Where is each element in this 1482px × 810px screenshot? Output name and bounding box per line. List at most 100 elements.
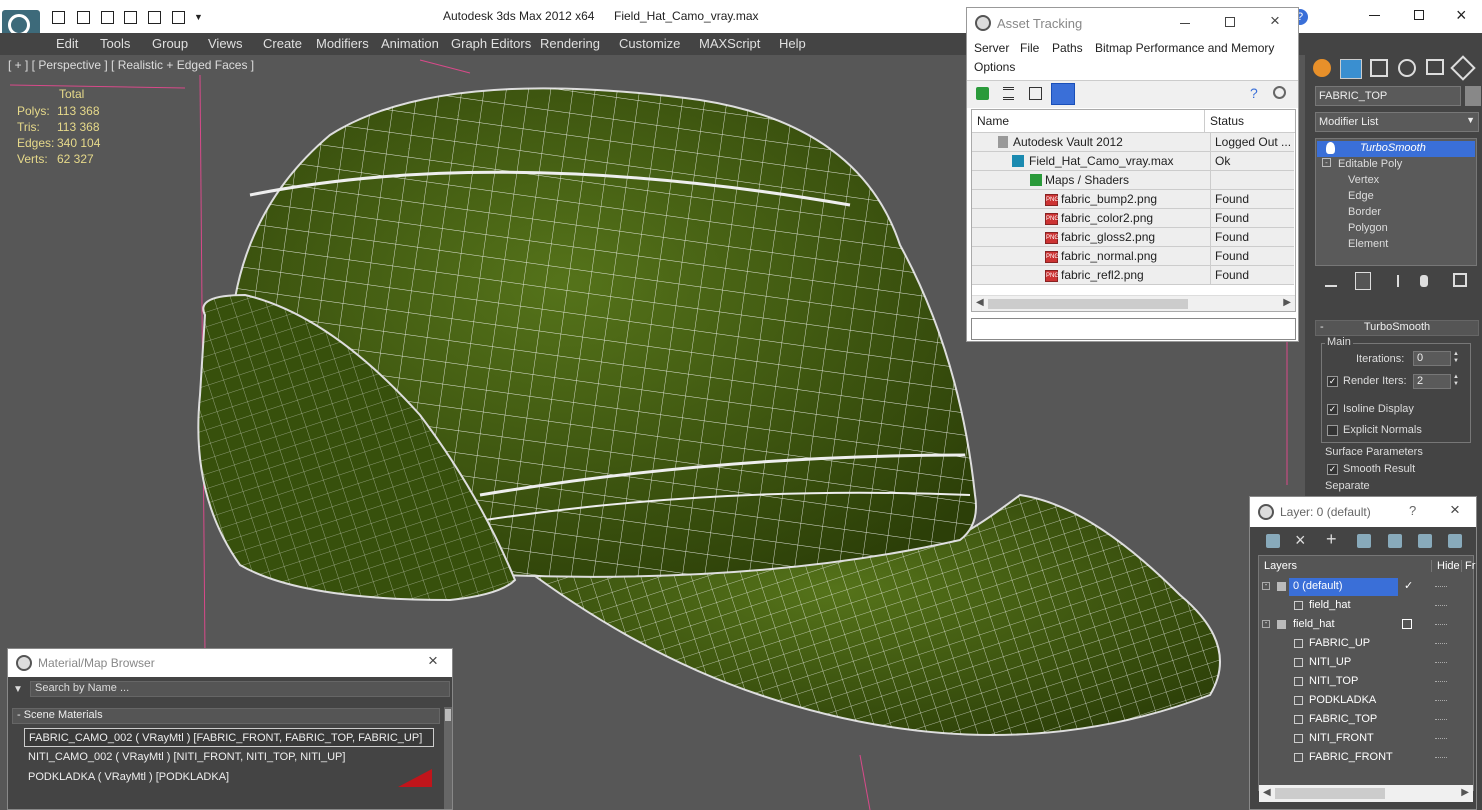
layers-hscrollbar[interactable]: ◀ ▶ xyxy=(1259,785,1473,802)
collapse-icon[interactable]: - xyxy=(1262,620,1270,628)
table-row[interactable]: PNG fabric_color2.png Found xyxy=(972,209,1294,228)
layers-hscroll-thumb[interactable] xyxy=(1275,788,1385,799)
maximize-icon[interactable] xyxy=(1414,10,1424,20)
scroll-left-icon[interactable]: ◀ xyxy=(976,297,984,308)
hide-toggle-icon[interactable] xyxy=(1435,700,1447,702)
menu-graph-editors[interactable]: Graph Editors xyxy=(451,36,531,51)
hscroll-thumb[interactable] xyxy=(988,299,1188,309)
explicit-normals-row[interactable]: Explicit Normals xyxy=(1327,424,1422,436)
table-row[interactable]: PNG fabric_gloss2.png Found xyxy=(972,228,1294,247)
layer-row[interactable]: PODKLADKA xyxy=(1259,691,1474,710)
render-iters-checkbox[interactable]: ✓ xyxy=(1327,375,1338,387)
material-list-item[interactable]: FABRIC_CAMO_002 ( VRayMtl ) [FABRIC_FRON… xyxy=(24,728,434,747)
spinner-arrows-icon[interactable]: ▲ ▼ xyxy=(1453,351,1461,366)
expand-icon[interactable]: - xyxy=(1322,158,1331,167)
render-iters-row[interactable]: ✓ Render Iters: xyxy=(1327,375,1407,387)
layer-row[interactable]: - field_hat xyxy=(1259,615,1474,634)
delete-layer-icon[interactable]: × xyxy=(1295,530,1306,551)
at-menu-options[interactable]: Options xyxy=(974,60,1015,74)
show-end-result-icon[interactable] xyxy=(1355,272,1371,290)
table-row[interactable]: PNG fabric_bump2.png Found xyxy=(972,190,1294,209)
menu-create[interactable]: Create xyxy=(263,36,302,51)
table-row[interactable]: Field_Hat_Camo_vray.max Ok xyxy=(972,152,1294,171)
explicit-normals-checkbox[interactable] xyxy=(1327,424,1338,436)
layer-row[interactable]: NITI_UP xyxy=(1259,653,1474,672)
menu-animation[interactable]: Animation xyxy=(381,36,439,51)
quick-access-dropdown-icon[interactable]: ▼ xyxy=(194,12,203,22)
layer-help-icon[interactable]: ? xyxy=(1409,503,1416,518)
menu-views[interactable]: Views xyxy=(208,36,242,51)
hierarchy-tab-icon[interactable] xyxy=(1370,59,1388,77)
settings-icon[interactable] xyxy=(1273,86,1286,99)
layer-row[interactable]: NITI_FRONT xyxy=(1259,729,1474,748)
hide-toggle-icon[interactable] xyxy=(1435,643,1447,645)
mb-close-icon[interactable]: × xyxy=(428,651,438,671)
hold-icon[interactable] xyxy=(148,11,161,24)
render-spinner-arrows-icon[interactable]: ▲ ▼ xyxy=(1453,374,1461,389)
stack-item-element[interactable]: Element xyxy=(1348,238,1388,250)
menu-modifiers[interactable]: Modifiers xyxy=(316,36,369,51)
mb-options-icon[interactable]: ▼ xyxy=(13,684,23,695)
freeze-all-icon[interactable] xyxy=(1448,534,1462,548)
modify-tab-icon[interactable] xyxy=(1340,59,1362,79)
render-iters-spinner[interactable]: 2 xyxy=(1413,374,1451,389)
current-layer-box-icon[interactable] xyxy=(1402,619,1412,629)
hide-toggle-icon[interactable] xyxy=(1435,662,1447,664)
menu-group[interactable]: Group xyxy=(152,36,188,51)
menu-help[interactable]: Help xyxy=(779,36,806,51)
hide-col-header[interactable]: Hide xyxy=(1431,560,1460,572)
refresh-icon[interactable] xyxy=(976,87,989,100)
table-view-icon[interactable] xyxy=(1051,83,1075,105)
table-row[interactable]: PNG fabric_normal.png Found xyxy=(972,247,1294,266)
mb-vscroll-thumb[interactable] xyxy=(445,709,451,721)
make-unique-icon[interactable] xyxy=(1397,275,1407,287)
layer-row[interactable]: FABRIC_TOP xyxy=(1259,710,1474,729)
layer-close-icon[interactable]: × xyxy=(1450,500,1460,520)
iterations-spinner[interactable]: 0 xyxy=(1413,351,1451,366)
at-menu-paths[interactable]: Paths xyxy=(1052,41,1083,55)
configure-sets-icon[interactable] xyxy=(1453,273,1467,287)
current-layer-check-icon[interactable]: ✓ xyxy=(1404,577,1413,596)
redo-icon[interactable] xyxy=(124,11,137,24)
open-icon[interactable] xyxy=(52,11,65,24)
pin-stack-icon[interactable] xyxy=(1325,275,1337,287)
hide-toggle-icon[interactable] xyxy=(1435,586,1447,588)
object-name-field[interactable]: FABRIC_TOP xyxy=(1315,86,1461,106)
material-list-item[interactable]: NITI_CAMO_002 ( VRayMtl ) [NITI_FRONT, N… xyxy=(24,748,434,767)
hide-toggle-icon[interactable] xyxy=(1435,738,1447,740)
close-icon[interactable]: × xyxy=(1456,5,1467,26)
menu-edit[interactable]: Edit xyxy=(56,36,78,51)
viewport-label[interactable]: [ + ] [ Perspective ] [ Realistic + Edge… xyxy=(8,58,254,72)
collapse-icon[interactable]: - xyxy=(1262,582,1270,590)
mb-vscrollbar[interactable] xyxy=(444,707,452,809)
fetch-icon[interactable] xyxy=(172,11,185,24)
smooth-result-row[interactable]: ✓ Smooth Result xyxy=(1327,463,1415,475)
highlight-layer-icon[interactable] xyxy=(1388,534,1402,548)
stack-item-editable-poly[interactable]: Editable Poly xyxy=(1338,158,1402,170)
scroll-right-icon[interactable]: ▶ xyxy=(1283,297,1291,308)
utilities-tab-icon[interactable] xyxy=(1450,55,1476,81)
stack-item-vertex[interactable]: Vertex xyxy=(1348,174,1379,186)
layers-scroll-right-icon[interactable]: ▶ xyxy=(1461,787,1469,798)
at-minimize-icon[interactable] xyxy=(1180,23,1190,24)
menu-maxscript[interactable]: MAXScript xyxy=(699,36,760,51)
motion-tab-icon[interactable] xyxy=(1398,59,1416,77)
save-icon[interactable] xyxy=(77,11,90,24)
table-row[interactable]: Maps / Shaders xyxy=(972,171,1294,190)
modifier-list-dropdown[interactable]: Modifier List ▼ xyxy=(1315,112,1479,132)
select-objects-icon[interactable] xyxy=(1357,534,1371,548)
hide-all-icon[interactable] xyxy=(1418,534,1432,548)
mb-search-input[interactable]: Search by Name ... xyxy=(30,681,450,697)
menu-tools[interactable]: Tools xyxy=(100,36,130,51)
at-path-field[interactable] xyxy=(971,318,1296,340)
layer-row[interactable]: - 0 (default) ✓ xyxy=(1259,577,1474,596)
table-row[interactable]: PNG fabric_refl2.png Found xyxy=(972,266,1294,285)
at-menu-server[interactable]: Server xyxy=(974,41,1009,55)
material-browser-titlebar[interactable]: Material/Map Browser xyxy=(8,649,452,677)
at-col-name[interactable]: Name xyxy=(977,114,1009,128)
scene-materials-header[interactable]: - Scene Materials xyxy=(12,708,440,724)
menu-rendering[interactable]: Rendering xyxy=(540,36,600,51)
asset-tracking-titlebar[interactable]: Asset Tracking xyxy=(967,8,1298,38)
layer-row[interactable]: FABRIC_FRONT xyxy=(1259,748,1474,767)
hide-toggle-icon[interactable] xyxy=(1435,681,1447,683)
